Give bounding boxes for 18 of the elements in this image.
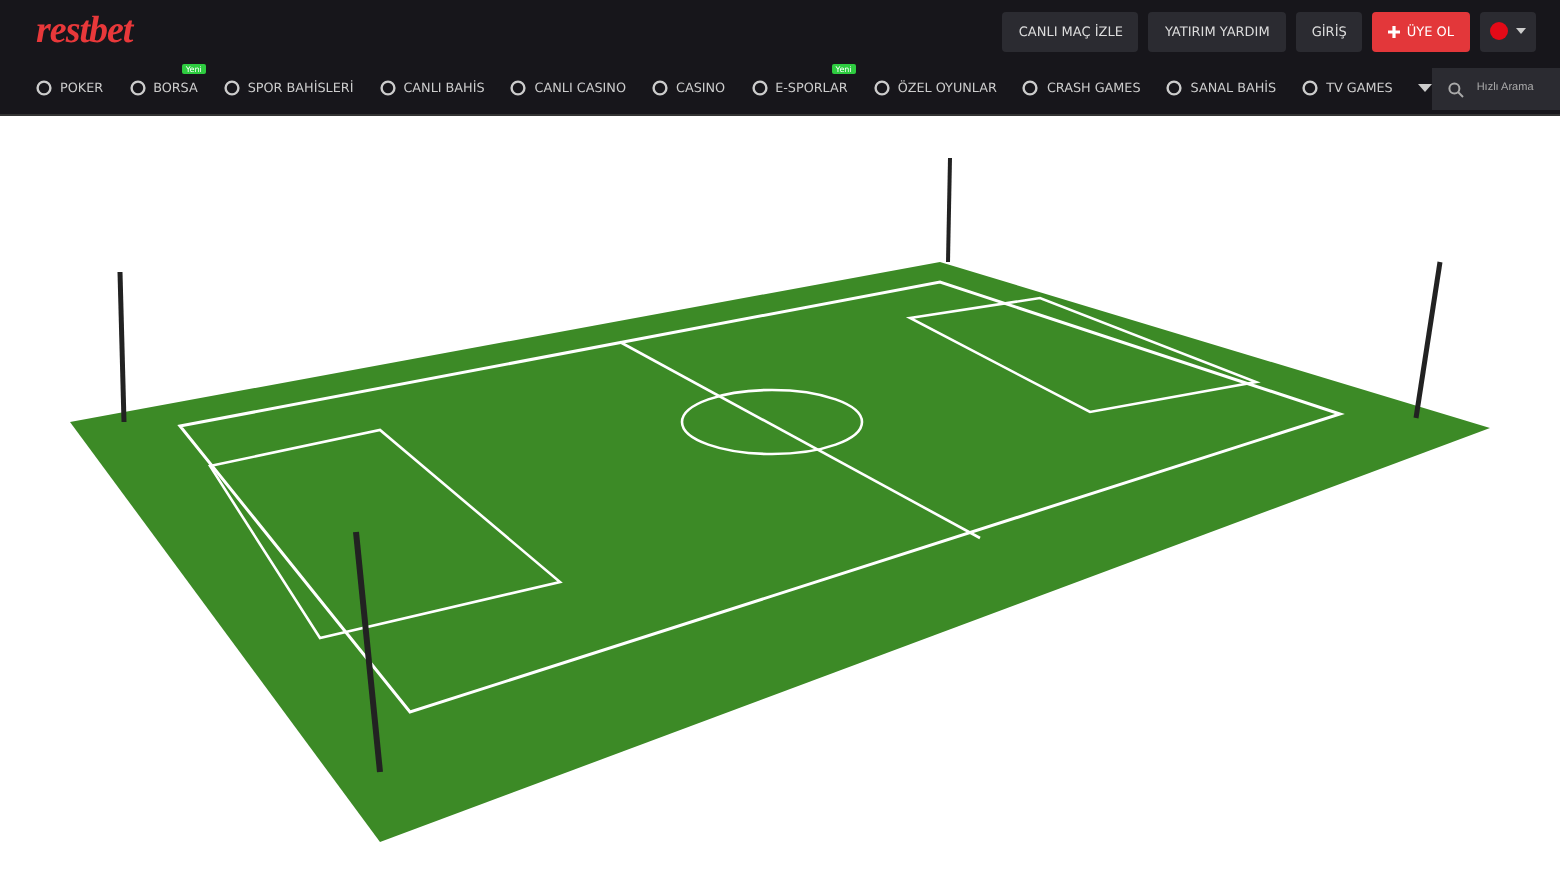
circle-icon bbox=[223, 80, 240, 96]
circle-icon bbox=[1302, 80, 1319, 96]
circle-icon bbox=[510, 80, 527, 96]
plus-icon bbox=[1388, 25, 1401, 37]
circle-icon bbox=[651, 80, 668, 96]
circle-icon bbox=[751, 80, 768, 96]
flag-icon bbox=[1490, 22, 1508, 40]
caret-icon[interactable] bbox=[1418, 84, 1433, 92]
circle-icon bbox=[129, 80, 146, 96]
circle-icon bbox=[873, 80, 890, 96]
circle-icon bbox=[1166, 80, 1183, 96]
logo[interactable]: restbet bbox=[36, 9, 133, 53]
search-icon bbox=[1448, 81, 1465, 97]
caret-icon bbox=[1516, 28, 1526, 34]
circle-icon bbox=[36, 80, 52, 96]
circle-icon bbox=[379, 80, 396, 96]
language-button[interactable] bbox=[1480, 11, 1536, 51]
circle-icon bbox=[1022, 80, 1039, 96]
